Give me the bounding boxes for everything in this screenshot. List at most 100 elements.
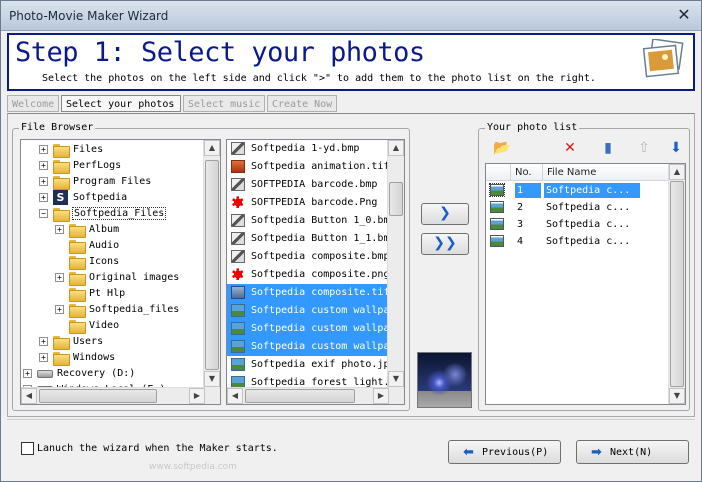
launch-wizard-checkbox[interactable] bbox=[21, 442, 34, 455]
expand-icon[interactable]: + bbox=[39, 337, 48, 346]
expand-icon[interactable]: + bbox=[39, 145, 48, 154]
file-list-item[interactable]: Softpedia Button 1_1.bmp bbox=[227, 230, 389, 248]
tab-select-photos[interactable]: Select your photos bbox=[61, 95, 181, 112]
delete-icon[interactable]: ✕ bbox=[561, 139, 579, 157]
column-header-file-name[interactable]: File Name bbox=[547, 167, 596, 178]
table-header: No. File Name bbox=[486, 164, 669, 181]
previous-button[interactable]: ⬅ Previous(P) bbox=[448, 440, 561, 464]
file-list-item[interactable]: SOFTPEDIA barcode.bmp bbox=[227, 176, 389, 194]
scroll-up-icon[interactable]: ▲ bbox=[204, 140, 220, 156]
bmp-file-icon bbox=[231, 214, 245, 227]
expand-icon[interactable]: + bbox=[39, 193, 48, 202]
tab-select-music[interactable]: Select music bbox=[183, 95, 265, 112]
expand-icon[interactable]: + bbox=[23, 369, 32, 378]
tree-horizontal-scrollbar[interactable]: ◀ ▶ bbox=[21, 387, 205, 404]
scroll-down-icon[interactable]: ▼ bbox=[388, 371, 404, 387]
table-row[interactable]: 1 Softpedia c... bbox=[486, 182, 669, 199]
photo-list-legend: Your photo list bbox=[485, 122, 580, 133]
wizard-footer: Lanuch the wizard when the Maker starts.… bbox=[7, 419, 695, 479]
image-thumbnail-icon bbox=[490, 235, 504, 247]
arrow-right-icon: ➡ bbox=[591, 445, 602, 460]
file-list-item[interactable]: Softpedia custom wallpaper bbox=[227, 302, 389, 320]
row-file-name: Softpedia c... bbox=[546, 236, 631, 247]
folder-icon bbox=[69, 287, 86, 302]
move-up-icon[interactable]: ⇧ bbox=[635, 139, 653, 157]
file-list-item[interactable]: Softpedia composite.png bbox=[227, 266, 389, 284]
tree-vertical-scrollbar[interactable]: ▲ ▼ bbox=[203, 140, 220, 404]
open-folder-icon[interactable]: 📂 bbox=[493, 139, 511, 157]
close-icon[interactable]: ✕ bbox=[673, 5, 695, 25]
file-name: Softpedia custom wallpaper bbox=[251, 341, 389, 352]
file-list[interactable]: Softpedia forest light.Softpedia forest … bbox=[226, 139, 405, 405]
scroll-thumb[interactable] bbox=[670, 181, 684, 387]
file-list-item[interactable]: Softpedia composite.tif bbox=[227, 284, 389, 302]
file-list-item[interactable]: Softpedia composite.bmp bbox=[227, 248, 389, 266]
tab-welcome[interactable]: Welcome bbox=[7, 95, 59, 112]
collapse-icon[interactable]: − bbox=[39, 209, 48, 218]
file-list-item[interactable]: Softpedia animation.tif bbox=[227, 158, 389, 176]
scroll-up-icon[interactable]: ▲ bbox=[388, 140, 404, 156]
scroll-down-icon[interactable]: ▼ bbox=[204, 371, 220, 387]
image-thumbnail-icon bbox=[490, 201, 504, 213]
tree-item-label: Original images bbox=[89, 272, 180, 283]
expand-icon[interactable]: + bbox=[39, 177, 48, 186]
scroll-up-icon[interactable]: ▲ bbox=[669, 164, 685, 180]
scroll-thumb[interactable] bbox=[245, 389, 355, 403]
row-file-name: Softpedia c... bbox=[546, 202, 631, 213]
folder-icon bbox=[69, 271, 86, 286]
scroll-right-icon[interactable]: ▶ bbox=[373, 388, 389, 404]
move-down-icon[interactable]: ⬇ bbox=[667, 139, 685, 157]
add-selected-button[interactable]: ❯ bbox=[421, 203, 469, 225]
tree-item-label: Windows bbox=[73, 352, 116, 363]
photo-list-vertical-scrollbar[interactable]: ▲ ▼ bbox=[668, 164, 685, 404]
file-list-item[interactable]: Softpedia 1-yd.bmp bbox=[227, 140, 389, 158]
folder-tree[interactable]: +Windows Local (F:)+Recovery (D:)+Window… bbox=[20, 139, 221, 405]
next-button[interactable]: ➡ Next(N) bbox=[576, 440, 689, 464]
scroll-right-icon[interactable]: ▶ bbox=[189, 388, 205, 404]
expand-icon[interactable]: + bbox=[55, 305, 64, 314]
file-list-item[interactable]: Softpedia custom wallpaper bbox=[227, 320, 389, 338]
photo-list-table[interactable]: No. File Name ▲ ▼ 1 Softpedia c... 2 Softpe… bbox=[485, 163, 686, 405]
expand-icon[interactable]: + bbox=[39, 161, 48, 170]
jpg-file-icon bbox=[231, 322, 245, 335]
table-row[interactable]: 4 Softpedia c... bbox=[486, 233, 669, 250]
scroll-down-icon[interactable]: ▼ bbox=[669, 388, 685, 404]
tree-item-label: Users bbox=[73, 336, 104, 347]
scroll-left-icon[interactable]: ◀ bbox=[227, 388, 243, 404]
previous-label: Previous(P) bbox=[482, 447, 549, 458]
image-thumbnail-icon bbox=[490, 218, 504, 230]
file-name: Softpedia composite.bmp bbox=[251, 251, 389, 262]
file-list-item[interactable]: Softpedia exif photo.jpg bbox=[227, 356, 389, 374]
tree-item-label: Files bbox=[73, 144, 104, 155]
file-name: SOFTPEDIA barcode.Png bbox=[251, 197, 378, 208]
add-all-button[interactable]: ❯❯ bbox=[421, 233, 469, 255]
expand-icon[interactable]: + bbox=[55, 273, 64, 282]
table-row[interactable]: 2 Softpedia c... bbox=[486, 199, 669, 216]
tree-item-label: Icons bbox=[89, 256, 120, 267]
file-list-item[interactable]: Softpedia Button 1_0.bmp bbox=[227, 212, 389, 230]
folder-icon bbox=[53, 175, 70, 190]
file-name: Softpedia composite.tif bbox=[251, 287, 389, 298]
tree-item-label: Softpedia bbox=[73, 192, 128, 203]
scroll-thumb[interactable] bbox=[205, 160, 219, 370]
launch-wizard-label[interactable]: Lanuch the wizard when the Maker starts. bbox=[37, 443, 278, 454]
scroll-thumb[interactable] bbox=[39, 389, 157, 403]
expand-icon[interactable]: + bbox=[39, 353, 48, 362]
tab-create-now[interactable]: Create Now bbox=[267, 95, 337, 112]
softpedia-icon: S bbox=[53, 190, 68, 205]
scroll-thumb[interactable] bbox=[389, 182, 403, 216]
step-header: Step 1: Select your photos Select the ph… bbox=[7, 33, 695, 91]
clear-list-icon[interactable]: ▮ bbox=[599, 139, 617, 157]
expand-icon[interactable]: + bbox=[55, 225, 64, 234]
files-vertical-scrollbar[interactable]: ▲ ▼ bbox=[387, 140, 404, 404]
scroll-left-icon[interactable]: ◀ bbox=[21, 388, 37, 404]
watermark: www.softpedia.com bbox=[149, 462, 237, 472]
png-file-icon bbox=[231, 266, 245, 284]
photo-list-toolbar: 📂 ✕ ▮ ⇧ ⬇ bbox=[483, 137, 687, 159]
step-instructions: Select the photos on the left side and c… bbox=[42, 73, 596, 84]
file-list-item[interactable]: SOFTPEDIA barcode.Png bbox=[227, 194, 389, 212]
files-horizontal-scrollbar[interactable]: ◀ ▶ bbox=[227, 387, 389, 404]
column-header-no[interactable]: No. bbox=[515, 167, 532, 178]
table-row[interactable]: 3 Softpedia c... bbox=[486, 216, 669, 233]
file-list-item[interactable]: Softpedia custom wallpaper bbox=[227, 338, 389, 356]
